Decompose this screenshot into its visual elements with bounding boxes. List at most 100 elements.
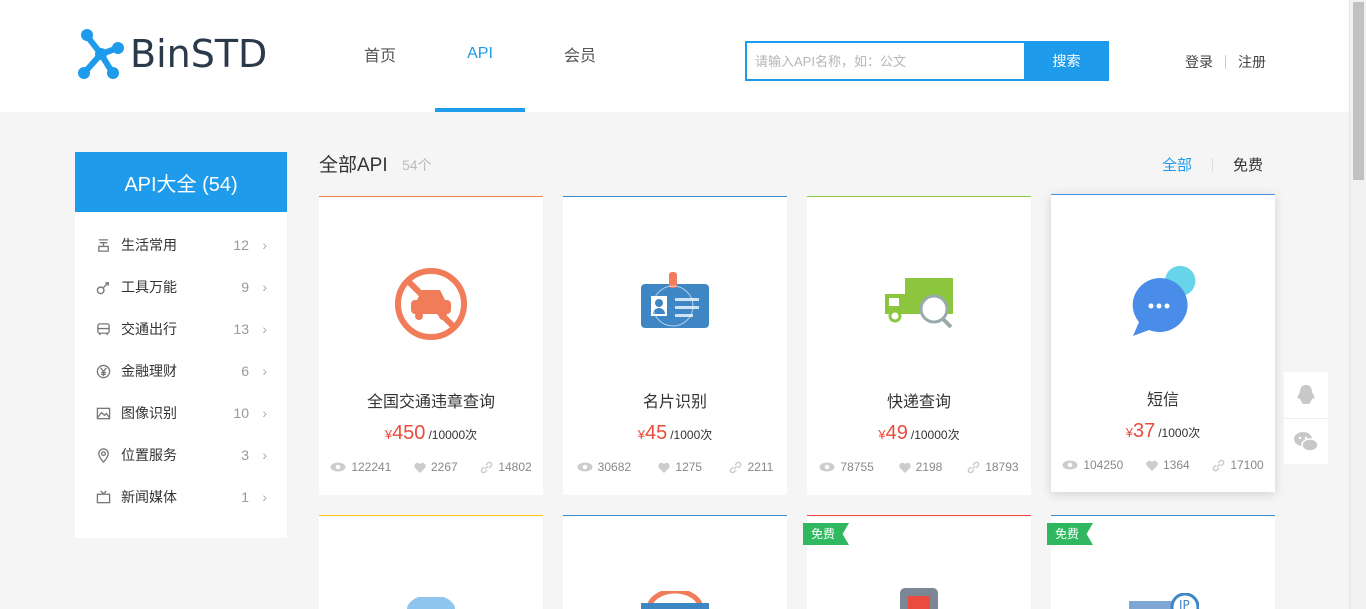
sidebar-title[interactable]: API大全 (54): [75, 152, 287, 212]
views-count: 30682: [597, 460, 632, 474]
search-bar: 搜索: [745, 41, 1109, 81]
sidebar-item-traffic[interactable]: 交通出行 13 ›: [75, 308, 287, 350]
api-card[interactable]: [563, 515, 787, 609]
api-card[interactable]: 快递查询 ¥49/10000次 78755 2198 18793: [807, 196, 1031, 495]
views-stat: 122241: [330, 460, 391, 474]
qq-icon: [1297, 385, 1315, 404]
heart-icon: [414, 462, 426, 473]
api-card[interactable]: 免费 IP: [1047, 515, 1275, 609]
views-stat: 78755: [819, 460, 874, 474]
api-card[interactable]: 全国交通违章查询 ¥450/10000次 122241 2267 14802: [319, 196, 543, 495]
sidebar-item-location[interactable]: 位置服务 3 ›: [75, 434, 287, 476]
api-card[interactable]: 短信 ¥37/1000次 104250 1364 17100: [1051, 194, 1275, 492]
card-title: 快递查询: [886, 394, 951, 411]
price-value: 450: [392, 422, 426, 444]
page-scrollbar[interactable]: [1349, 0, 1366, 609]
sidebar-item-label: 工具万能: [121, 279, 177, 295]
card-price: ¥450/10000次: [319, 422, 543, 445]
price-value: 37: [1132, 420, 1156, 442]
svg-text:IP: IP: [1179, 598, 1190, 609]
auth-divider: [1225, 55, 1226, 69]
sidebar-item-count: 10: [233, 405, 249, 421]
sidebar-item-label: 生活常用: [121, 237, 177, 253]
chevron-right-icon: ›: [262, 237, 267, 253]
card-topline: [1051, 515, 1275, 516]
image-icon: [95, 405, 111, 421]
sidebar-item-label: 位置服务: [121, 447, 177, 463]
card-price: ¥49/10000次: [807, 422, 1031, 445]
sidebar-item-image[interactable]: 图像识别 10 ›: [75, 392, 287, 434]
links-stat: 14802: [480, 460, 532, 474]
link-icon: [1213, 459, 1225, 471]
eye-icon: [1062, 460, 1078, 470]
currency-symbol: ¥: [384, 427, 393, 442]
site-header: BinSTD 首页 API 会员 搜索 登录 注册: [0, 0, 1349, 112]
logo[interactable]: BinSTD: [78, 28, 267, 80]
card-topline: [319, 196, 543, 197]
sidebar-item-life[interactable]: 生活常用 12 ›: [75, 224, 287, 266]
search-input[interactable]: [745, 41, 1024, 81]
card-title: 短信: [1146, 392, 1179, 409]
free-badge: 免费: [1047, 523, 1094, 545]
plant-icon: [95, 237, 111, 253]
login-link[interactable]: 登录: [1185, 52, 1213, 72]
api-card[interactable]: [319, 515, 543, 609]
nav-member[interactable]: 会员: [530, 0, 630, 112]
main-nav: 首页 API 会员: [330, 0, 630, 112]
nav-api[interactable]: API: [430, 0, 530, 112]
phone-icon: [900, 588, 938, 609]
likes-stat: 2267: [414, 460, 458, 474]
card-topline: [1051, 194, 1275, 195]
price-unit: /10000次: [910, 428, 960, 442]
nav-home[interactable]: 首页: [330, 0, 430, 112]
filter-tabs: 全部 免费: [1162, 154, 1263, 175]
eye-icon: [577, 462, 593, 472]
chat-bubble-icon: [1132, 265, 1196, 336]
sidebar-item-tools[interactable]: 工具万能 9 ›: [75, 266, 287, 308]
brand-name: BinSTD: [130, 32, 268, 76]
sidebar-item-count: 12: [233, 237, 249, 253]
views-stat: 30682: [577, 460, 631, 474]
card-stats: 30682 1275 2211: [563, 460, 787, 474]
link-icon: [967, 461, 980, 473]
currency-symbol: ¥: [878, 427, 886, 442]
views-stat: 104250: [1062, 458, 1123, 472]
card-stats: 104250 1364 17100: [1051, 458, 1275, 472]
register-link[interactable]: 注册: [1238, 52, 1266, 72]
category-list: 生活常用 12 › 工具万能 9 › 交通出行 13 › 金融理财 6 › 图像…: [75, 212, 287, 538]
heart-icon: [658, 462, 671, 473]
no-car-icon: [395, 268, 467, 340]
qq-button[interactable]: [1284, 372, 1328, 418]
sidebar-item-count: 13: [233, 321, 249, 337]
eye-icon: [330, 462, 346, 472]
api-card[interactable]: 名片识别 ¥45/1000次 30682 1275 2211: [563, 196, 787, 495]
scrollbar-thumb[interactable]: [1353, 2, 1364, 180]
filter-all[interactable]: 全部: [1162, 154, 1192, 175]
card-title: 全国交通违章查询: [366, 394, 495, 411]
chevron-right-icon: ›: [262, 279, 267, 295]
sidebar-item-count: 3: [241, 447, 249, 463]
bus-icon: [95, 321, 111, 337]
card-price: ¥37/1000次: [1051, 420, 1275, 443]
price-unit: /1000次: [1158, 426, 1201, 440]
weather-icon: [407, 597, 455, 609]
floating-toolbar: [1284, 372, 1328, 464]
no-card-icon: [641, 591, 709, 609]
likes-count: 2198: [915, 460, 943, 474]
wechat-button[interactable]: [1284, 418, 1328, 464]
section-title: 全部API: [319, 155, 388, 176]
sidebar-item-finance[interactable]: 金融理财 6 ›: [75, 350, 287, 392]
links-count: 17100: [1230, 458, 1264, 472]
heart-icon: [1146, 460, 1158, 471]
search-button[interactable]: 搜索: [1024, 41, 1109, 81]
filter-free[interactable]: 免费: [1233, 154, 1263, 175]
chevron-right-icon: ›: [262, 363, 267, 379]
api-card[interactable]: 免费: [803, 515, 1031, 609]
sidebar-item-news[interactable]: 新闻媒体 1 ›: [75, 476, 287, 518]
likes-stat: 1364: [1146, 458, 1190, 472]
tv-icon: [95, 489, 111, 505]
chevron-right-icon: ›: [262, 489, 267, 505]
id-card-icon: [641, 272, 709, 328]
likes-count: 1275: [675, 460, 703, 474]
card-stats: 78755 2198 18793: [807, 460, 1031, 474]
